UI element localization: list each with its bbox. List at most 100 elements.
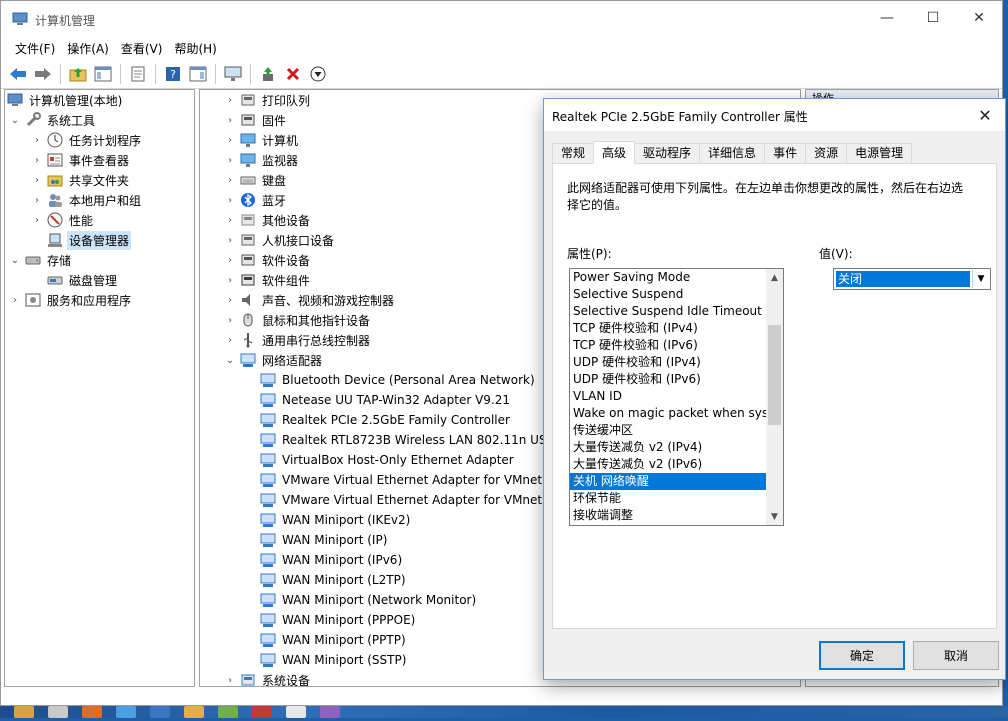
tab-driver[interactable]: 驱动程序 — [634, 143, 701, 163]
tree-shared-folders[interactable]: › 共享文件夹 — [31, 170, 131, 190]
network-adapter-item[interactable]: VMware Virtual Ethernet Adapter for VMne… — [260, 490, 552, 510]
property-list-item[interactable]: TCP 硬件校验和 (IPv6) — [570, 337, 767, 354]
show-console-tree-icon[interactable] — [92, 63, 114, 85]
property-list-item[interactable]: UDP 硬件校验和 (IPv4) — [570, 354, 767, 371]
chevron-right-icon[interactable]: › — [224, 135, 236, 146]
chevron-down-icon[interactable]: ⌄ — [9, 115, 21, 126]
tab-power-management[interactable]: 电源管理 — [846, 143, 913, 163]
property-list-item[interactable]: 接收端调整 — [570, 507, 767, 524]
chevron-down-icon[interactable]: ⌄ — [9, 255, 21, 266]
tab-details[interactable]: 详细信息 — [699, 143, 766, 163]
property-list-item[interactable]: TCP 硬件校验和 (IPv4) — [570, 320, 767, 337]
chevron-right-icon[interactable]: › — [224, 175, 236, 186]
tree-root[interactable]: 计算机管理(本地) — [7, 90, 124, 110]
network-adapter-item[interactable]: Realtek RTL8723B Wireless LAN 802.11n US… — [260, 430, 557, 450]
network-adapter-item[interactable]: WAN Miniport (PPPOE) — [260, 610, 417, 630]
property-list-item[interactable]: Power Saving Mode — [570, 269, 767, 286]
show-action-pane-icon[interactable] — [187, 63, 209, 85]
network-adapter-item[interactable]: WAN Miniport (IPv6) — [260, 550, 404, 570]
device-category-4[interactable]: › 监视器 — [224, 150, 300, 170]
chevron-right-icon[interactable]: › — [9, 295, 21, 306]
device-category-13[interactable]: › 通用串行总线控制器 — [224, 330, 372, 350]
close-button[interactable]: ✕ — [956, 1, 1002, 35]
tree-services-apps[interactable]: › 服务和应用程序 — [9, 290, 133, 310]
uninstall-icon[interactable] — [282, 63, 304, 85]
property-list-item[interactable]: UDP 硬件校验和 (IPv6) — [570, 371, 767, 388]
chevron-right-icon[interactable]: › — [224, 335, 236, 346]
chevron-right-icon[interactable]: › — [31, 135, 43, 146]
network-adapter-item[interactable]: VMware Virtual Ethernet Adapter for VMne… — [260, 470, 552, 490]
device-category-11[interactable]: › 声音、视频和游戏控制器 — [224, 290, 396, 310]
device-category-2[interactable]: › 固件 — [224, 110, 288, 130]
property-list-item[interactable]: 关机 网络唤醒 — [570, 473, 767, 490]
chevron-right-icon[interactable]: › — [31, 175, 43, 186]
device-category-10[interactable]: › 软件组件 — [224, 270, 312, 290]
tree-event-viewer[interactable]: › 事件查看器 — [31, 150, 131, 170]
property-list-item[interactable]: Wake on magic packet when syst — [570, 405, 767, 422]
device-category-3[interactable]: › 计算机 — [224, 130, 300, 150]
device-category-12[interactable]: › 鼠标和其他指针设备 — [224, 310, 372, 330]
chevron-right-icon[interactable]: › — [31, 195, 43, 206]
property-list-item[interactable]: 传送缓冲区 — [570, 422, 767, 439]
chevron-right-icon[interactable]: › — [224, 315, 236, 326]
back-icon[interactable] — [7, 63, 29, 85]
tab-general[interactable]: 常规 — [552, 143, 595, 163]
menu-action[interactable]: 操作(A) — [61, 40, 115, 57]
device-category-1[interactable]: › 打印队列 — [224, 90, 312, 110]
maximize-button[interactable]: ☐ — [910, 1, 956, 35]
scroll-down-icon[interactable]: ▼ — [766, 508, 783, 525]
chevron-right-icon[interactable]: › — [224, 235, 236, 246]
update-driver-icon[interactable] — [257, 63, 279, 85]
help-icon[interactable]: ? — [162, 63, 184, 85]
up-folder-icon[interactable] — [67, 63, 89, 85]
device-category-14[interactable]: ⌄ 网络适配器 — [224, 350, 324, 370]
tree-task-scheduler[interactable]: › 任务计划程序 — [31, 130, 143, 150]
chevron-right-icon[interactable]: › — [31, 215, 43, 226]
cancel-button[interactable]: 取消 — [913, 641, 999, 670]
forward-icon[interactable] — [32, 63, 54, 85]
network-adapter-item[interactable]: WAN Miniport (Network Monitor) — [260, 590, 478, 610]
property-list-item[interactable]: 环保节能 — [570, 490, 767, 507]
network-adapter-item[interactable]: Realtek PCIe 2.5GbE Family Controller — [260, 410, 512, 430]
enable-device-icon[interactable] — [307, 63, 329, 85]
network-adapter-item[interactable]: VirtualBox Host-Only Ethernet Adapter — [260, 450, 516, 470]
menu-view[interactable]: 查看(V) — [115, 40, 169, 57]
chevron-right-icon[interactable]: › — [224, 115, 236, 126]
property-list-item[interactable]: Selective Suspend Idle Timeout — [570, 303, 767, 320]
device-category-7[interactable]: › 其他设备 — [224, 210, 312, 230]
menu-file[interactable]: 文件(F) — [9, 40, 61, 57]
network-adapter-item[interactable]: WAN Miniport (IKEv2) — [260, 510, 412, 530]
chevron-right-icon[interactable]: › — [31, 155, 43, 166]
chevron-right-icon[interactable]: › — [224, 275, 236, 286]
network-adapter-item[interactable]: WAN Miniport (SSTP) — [260, 650, 408, 670]
properties-icon[interactable] — [127, 63, 149, 85]
ok-button[interactable]: 确定 — [819, 641, 905, 670]
chevron-right-icon[interactable]: › — [224, 195, 236, 206]
chevron-right-icon[interactable]: › — [224, 675, 236, 686]
chevron-right-icon[interactable]: › — [224, 215, 236, 226]
menu-help[interactable]: 帮助(H) — [168, 40, 222, 57]
property-list-item[interactable]: VLAN ID — [570, 388, 767, 405]
dialog-close-button[interactable]: ✕ — [973, 103, 997, 127]
device-category-system-devices[interactable]: › 系统设备 — [224, 670, 312, 687]
minimize-button[interactable]: — — [864, 1, 910, 35]
tab-advanced[interactable]: 高级 — [593, 141, 636, 164]
network-adapter-item[interactable]: WAN Miniport (L2TP) — [260, 570, 408, 590]
device-category-9[interactable]: › 软件设备 — [224, 250, 312, 270]
tree-performance[interactable]: › 性能 — [31, 210, 95, 230]
network-adapter-item[interactable]: Netease UU TAP-Win32 Adapter V9.21 — [260, 390, 512, 410]
scrollbar-thumb[interactable] — [768, 325, 781, 425]
value-dropdown[interactable]: 关闭 ▼ — [833, 268, 991, 290]
tree-device-manager[interactable]: 设备管理器 — [47, 230, 132, 250]
property-listbox[interactable]: Power Saving Mode Selective Suspend Select… — [569, 268, 784, 526]
chevron-right-icon[interactable]: › — [224, 255, 236, 266]
property-list-item[interactable]: 大量传送减负 v2 (IPv4) — [570, 439, 767, 456]
network-adapter-item[interactable]: WAN Miniport (PPTP) — [260, 630, 408, 650]
monitor-icon[interactable] — [222, 63, 244, 85]
scroll-up-icon[interactable]: ▲ — [766, 269, 783, 286]
chevron-right-icon[interactable]: › — [224, 95, 236, 106]
tab-events[interactable]: 事件 — [764, 143, 807, 163]
property-list-item[interactable]: 大量传送减负 v2 (IPv6) — [570, 456, 767, 473]
device-category-8[interactable]: › 人机接口设备 — [224, 230, 336, 250]
tree-system-tools[interactable]: ⌄ 系统工具 — [9, 110, 97, 130]
